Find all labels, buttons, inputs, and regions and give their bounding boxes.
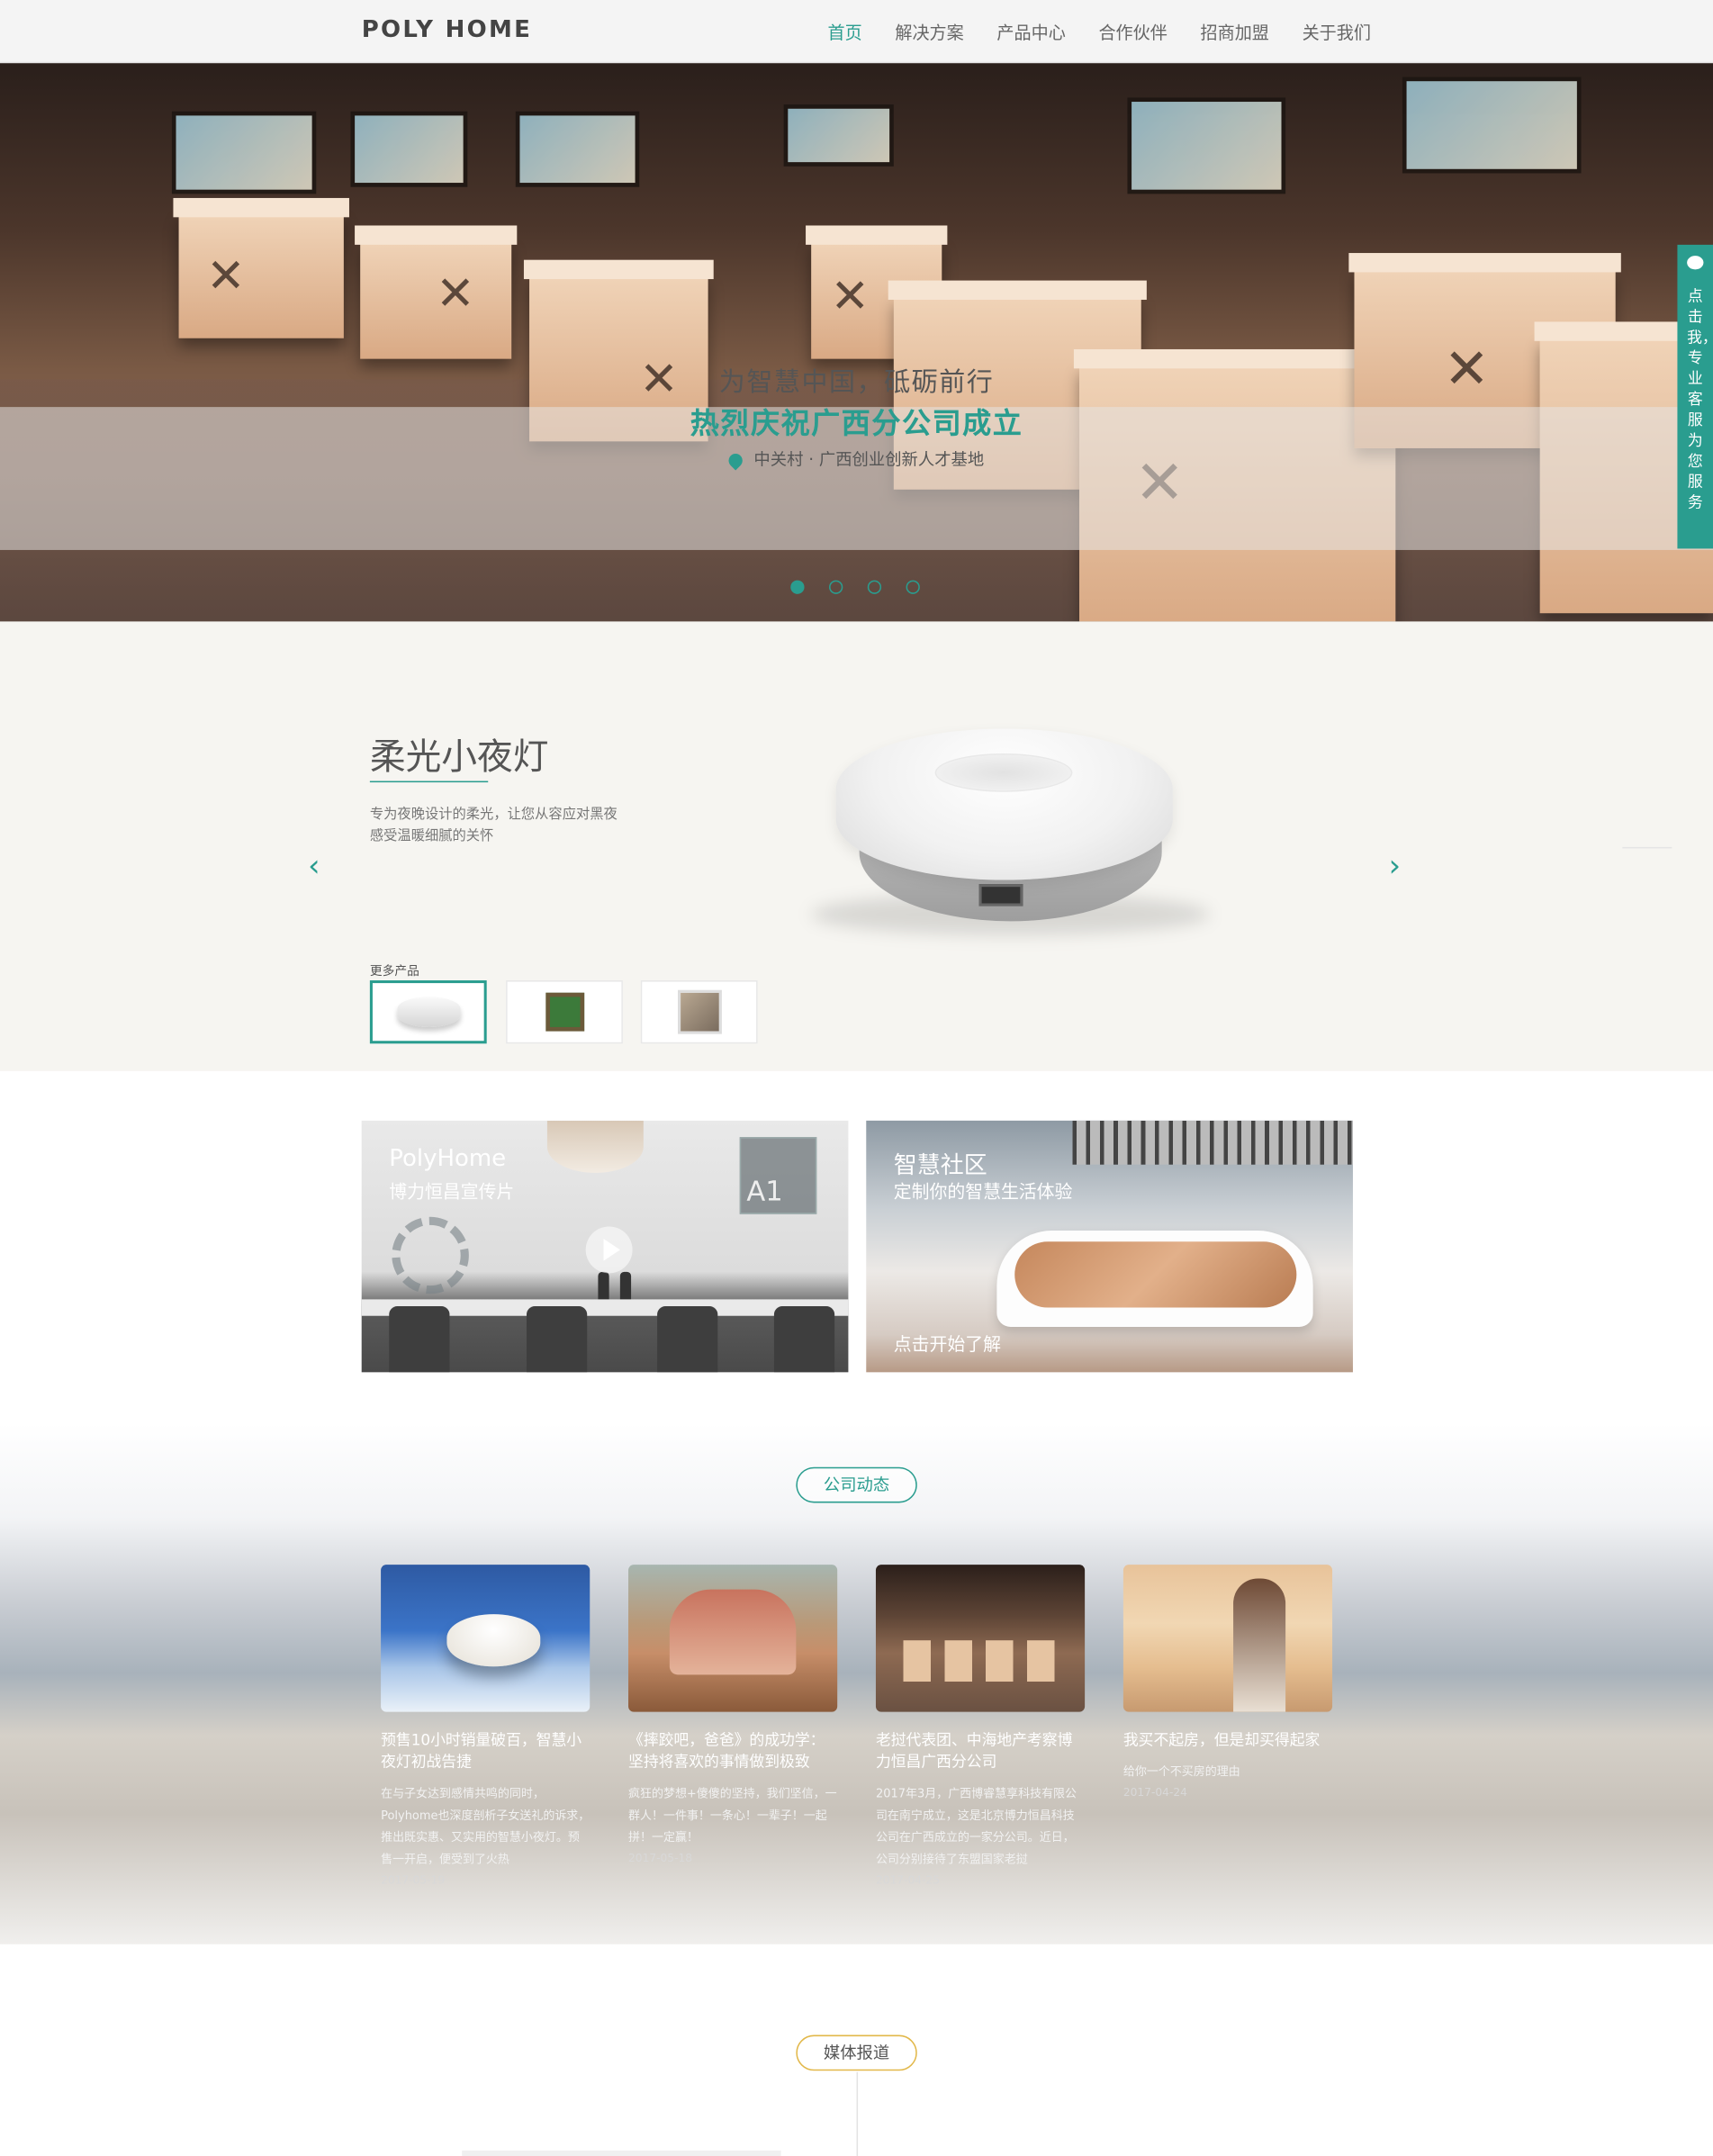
news-image[interactable] [1122, 1565, 1333, 1712]
carousel-dot-3[interactable] [867, 580, 882, 594]
display-pedestal: ✕ [355, 225, 518, 359]
news-card: 我买不起房，但是却买得起家 给你一个不买房的理由 2017-04-24 [1122, 1565, 1333, 1802]
carousel-dot-4[interactable] [906, 580, 920, 594]
news-card: 《摔跤吧，爸爸》的成功学：坚持将喜欢的事情做到极致 疯狂的梦想+傻傻的坚持，我们… [628, 1565, 838, 1869]
ceiling-slats [1072, 1120, 1353, 1165]
dial-graphic [392, 1216, 469, 1295]
product-desc-line: 专为夜晚设计的柔光，让您从容应对黑夜 [369, 807, 618, 823]
title-underline [369, 780, 489, 783]
nav-franchise[interactable]: 招商加盟 [1184, 0, 1285, 63]
media-heading[interactable]: 媒体报道 [796, 2034, 917, 2071]
promo-community-title: 智慧社区 [893, 1151, 987, 1180]
news-date: 2017-05-19 [381, 1873, 446, 1887]
bottle [598, 1271, 609, 1303]
hero-location-text: 中关村 · 广西创业创新人才基地 [753, 449, 985, 469]
customer-service-tab[interactable]: 点击我，专业客服为您服务 [1677, 244, 1713, 549]
carousel-dots [790, 580, 920, 594]
nav-home[interactable]: 首页 [811, 0, 879, 63]
display-pedestal: ✕ [173, 197, 349, 338]
chair [526, 1306, 588, 1373]
chair [773, 1306, 835, 1373]
product-description: 专为夜晚设计的柔光，让您从容应对黑夜 感受温暖细腻的关怀 [370, 805, 659, 849]
a1-panel: A1 [739, 1137, 817, 1214]
timeline-line [856, 2071, 859, 2156]
slider-divider [1622, 846, 1672, 849]
promo-community-subtitle: 定制你的智慧生活体验 [893, 1182, 1073, 1204]
news-title[interactable]: 预售10小时销量破百，智慧小夜灯初战告捷 [381, 1729, 590, 1773]
page: POLY HOME 首页 解决方案 产品中心 合作伙伴 招商加盟 关于我们 ✕ … [0, 0, 1713, 2156]
promo-video-subtitle: 博力恒昌宣传片 [389, 1182, 515, 1204]
product-thumb-switch[interactable] [640, 980, 758, 1044]
product-thumb-lamp[interactable] [369, 980, 487, 1044]
hero-slogan: 为智慧中国，砥砺前行 [718, 366, 995, 398]
nav-products[interactable]: 产品中心 [980, 0, 1082, 63]
switch-thumb-image [677, 989, 722, 1034]
news-title[interactable]: 我买不起房，但是却买得起家 [1123, 1729, 1332, 1751]
usb-port [978, 884, 1023, 907]
news-excerpt: 在与子女达到感情共鸣的同时，Polyhome也深度剖析子女送礼的诉求，推出既实惠… [381, 1787, 591, 1868]
carousel-dot-2[interactable] [829, 580, 843, 594]
product-desc-line: 感受温暖细腻的关怀 [369, 829, 494, 844]
lamp-thumb-image [396, 997, 460, 1027]
chip-thumb-image [545, 992, 584, 1032]
media-item-bar [462, 2150, 781, 2156]
nav-solutions[interactable]: 解决方案 [879, 0, 980, 63]
bottle [619, 1271, 632, 1303]
customer-service-text: 点击我，专业客服为您服务 [1687, 287, 1713, 512]
product-thumb-chip[interactable] [506, 980, 623, 1044]
reception-wall [1014, 1241, 1297, 1308]
hero-location: 中关村 · 广西创业创新人才基地 [0, 447, 1713, 470]
night-lamp-top [934, 753, 1073, 792]
news-card: 预售10小时销量破百，智慧小夜灯初战告捷 在与子女达到感情共鸣的同时，Polyh… [381, 1565, 590, 1890]
main-nav: 首页 解决方案 产品中心 合作伙伴 招商加盟 关于我们 [811, 0, 1387, 63]
hero-headline: 热烈庆祝广西分公司成立 [690, 407, 1023, 440]
chair [657, 1306, 718, 1373]
display-screen [783, 104, 894, 167]
news-image[interactable] [381, 1565, 591, 1712]
chevron-right-icon[interactable]: › [1389, 850, 1401, 884]
product-title: 柔光小夜灯 [369, 736, 549, 779]
display-screen [171, 111, 317, 194]
news-excerpt: 2017年3月，广西博睿慧享科技有限公司在南宁成立，这是北京博力恒昌科技公司在广… [875, 1787, 1077, 1868]
logo[interactable]: POLY HOME [362, 16, 532, 44]
news-title[interactable]: 《摔跤吧，爸爸》的成功学：坚持将喜欢的事情做到极致 [628, 1729, 837, 1773]
news-date: 2017-04-25 [875, 1873, 940, 1887]
news-card: 老挝代表团、中海地产考察博力恒昌广西分公司 2017年3月，广西博睿慧享科技有限… [875, 1565, 1086, 1890]
promo-community-cta[interactable]: 点击开始了解 [894, 1330, 1001, 1356]
chair [389, 1306, 450, 1373]
news-heading[interactable]: 公司动态 [796, 1466, 917, 1503]
news-image[interactable] [628, 1565, 838, 1712]
news-excerpt: 给你一个不买房的理由 [1122, 1765, 1240, 1780]
news-image[interactable] [875, 1565, 1086, 1712]
location-pin-icon [726, 450, 746, 470]
display-screen [350, 111, 468, 187]
promo-community-tile[interactable]: 智慧社区 定制你的智慧生活体验 点击开始了解 [866, 1120, 1353, 1373]
news-excerpt: 疯狂的梦想+傻傻的坚持，我们坚信，一群人！一件事！一条心！一辈子！一起拼！一定赢… [628, 1787, 837, 1845]
promo-video-tile[interactable]: A1 PolyHome 博力恒昌宣传片 [361, 1120, 849, 1373]
play-icon[interactable] [585, 1226, 633, 1274]
hero-banner[interactable]: ✕ ✕ ✕ ✕ ✕ ✕ [0, 63, 1713, 622]
more-products-label: 更多产品 [369, 965, 419, 979]
promo-video-title: PolyHome [389, 1145, 507, 1173]
nav-about[interactable]: 关于我们 [1285, 0, 1387, 63]
carousel-dot-1[interactable] [790, 580, 805, 594]
news-title[interactable]: 老挝代表团、中海地产考察博力恒昌广西分公司 [876, 1729, 1085, 1773]
news-date: 2017-05-18 [628, 1852, 693, 1865]
display-screen [515, 111, 640, 187]
display-screen [1402, 77, 1582, 174]
chevron-left-icon[interactable]: ‹ [308, 850, 320, 884]
nav-partners[interactable]: 合作伙伴 [1082, 0, 1184, 63]
header: POLY HOME 首页 解决方案 产品中心 合作伙伴 招商加盟 关于我们 [0, 0, 1713, 64]
news-date: 2017-04-24 [1122, 1786, 1187, 1799]
chat-bubble-icon [1687, 256, 1704, 270]
pendant-lamp [546, 1120, 644, 1173]
night-lamp-image [835, 728, 1173, 880]
display-screen [1127, 97, 1286, 194]
